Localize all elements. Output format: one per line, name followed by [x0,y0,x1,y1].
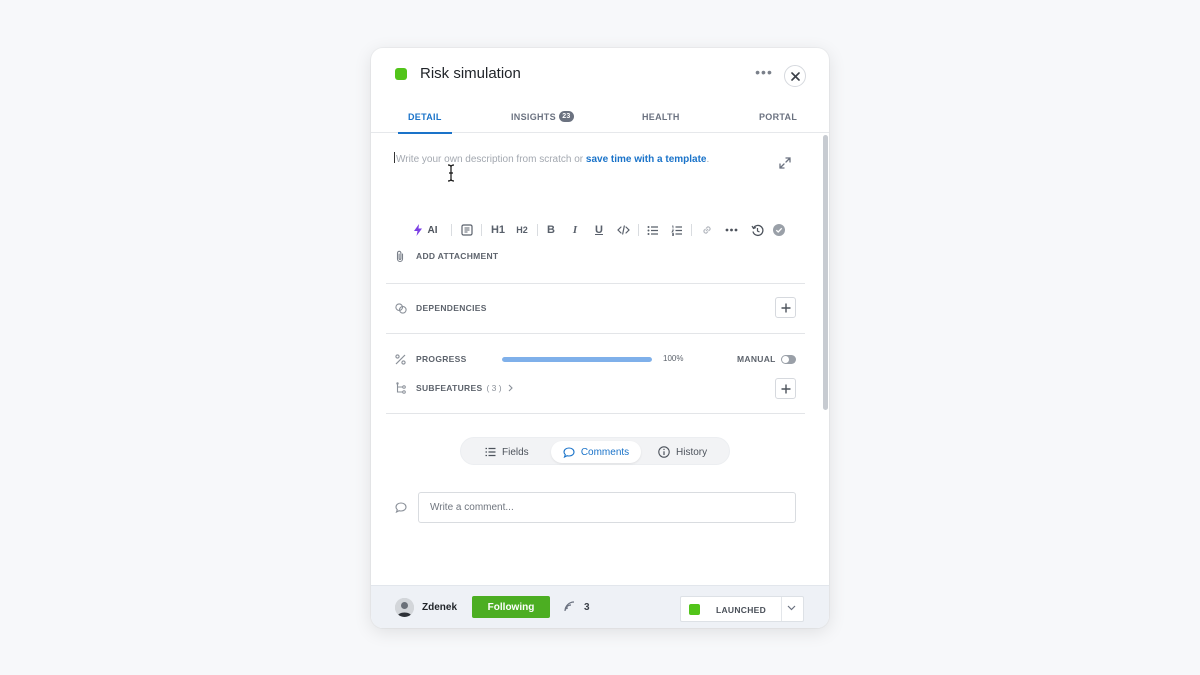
comment-icon [563,446,575,458]
scrollbar-thumb[interactable] [823,135,828,410]
status-color-swatch[interactable] [395,68,407,80]
dependencies-icon [395,302,407,314]
feature-detail-panel: Risk simulation ••• DETAIL INSIGHTS 23 HE… [371,48,829,628]
ai-button[interactable]: AI [409,222,441,238]
more-horizontal-icon [725,228,737,232]
comment-input[interactable]: Write a comment... [418,492,796,523]
link-icon [703,226,711,234]
manual-label: MANUAL [737,354,776,364]
progress-row: PROGRESS [395,351,467,367]
italic-button[interactable]: I [567,222,583,238]
history-icon [750,224,764,236]
numbered-list-button[interactable] [669,222,685,238]
paperclip-icon [396,250,404,262]
check-circle-icon [773,224,785,236]
plus-icon [781,303,790,312]
underline-button[interactable]: U [591,222,607,238]
user-avatar-icon [395,598,414,617]
list-icon [485,447,496,457]
add-subfeature-button[interactable] [775,378,796,399]
status-select[interactable]: LAUNCHED [680,596,804,622]
version-history-button[interactable] [749,222,765,238]
tab-health[interactable]: HEALTH [642,112,680,133]
progress-value: 100% [663,354,684,363]
tab-bar: DETAIL INSIGHTS 23 HEALTH PORTAL [371,104,829,134]
following-button[interactable]: Following [472,596,550,618]
tab-detail[interactable]: DETAIL [398,112,452,134]
ibeam-cursor-icon [447,164,455,182]
section-divider [386,333,805,334]
tab-insights[interactable]: INSIGHTS 23 [511,111,574,133]
code-icon [616,225,630,235]
subfeatures-count: ( 3 ) [486,383,502,393]
progress-bar [502,357,652,362]
feature-title[interactable]: Risk simulation [420,65,521,82]
chevron-down-icon[interactable] [787,605,796,611]
segment-comments[interactable]: Comments [551,441,641,463]
heading2-button[interactable]: H2 [513,222,531,238]
close-icon [790,71,800,81]
description-editor[interactable]: Write your own description from scratch … [394,152,709,165]
formatting-toolbar: AI H1 H2 B I U [409,222,799,238]
link-button[interactable] [699,222,715,238]
template-icon [461,224,473,236]
dependencies-row: DEPENDENCIES [395,300,487,316]
expand-icon[interactable] [778,156,792,170]
more-options-icon[interactable]: ••• [755,65,773,79]
plus-icon [781,384,790,393]
lightning-icon [413,224,422,236]
comment-bubble-icon [395,502,407,513]
segment-fields[interactable]: Fields [485,441,529,463]
user-name: Zdenek [422,602,458,613]
avatar[interactable] [395,598,414,617]
add-attachment-button[interactable]: ADD ATTACHMENT [395,249,498,263]
status-color-swatch [689,604,700,615]
template-button[interactable] [459,222,475,238]
add-dependency-button[interactable] [775,297,796,318]
more-formatting-button[interactable] [723,222,739,238]
activity-segmented-control: Fields Comments History [460,437,730,465]
numbered-list-icon [671,225,682,236]
manual-progress-toggle[interactable] [781,355,796,364]
section-divider [386,283,805,284]
info-icon [658,446,670,458]
template-link[interactable]: save time with a template [586,154,707,165]
section-divider [386,413,805,414]
watchers-count: 3 [584,602,590,613]
status-label: LAUNCHED [716,605,767,615]
chevron-right-icon [508,384,513,392]
segment-history[interactable]: History [658,441,707,463]
panel-footer: Zdenek Following 3 LAUNCHED [371,585,829,628]
tab-portal[interactable]: PORTAL [759,112,797,133]
bullet-list-icon [647,225,658,235]
heading1-button[interactable]: H1 [489,222,507,238]
subfeatures-row[interactable]: SUBFEATURES ( 3 ) [395,380,513,396]
insights-count-badge: 23 [558,111,574,122]
percent-icon [395,353,406,365]
watchers-icon[interactable] [564,601,576,612]
save-status-button[interactable] [771,222,787,238]
description-placeholder: Write your own description from scratch … [396,154,586,165]
subfeatures-tree-icon [396,382,406,394]
scrollbar[interactable] [821,133,829,585]
code-button[interactable] [615,222,631,238]
panel-header: Risk simulation ••• [371,48,829,104]
text-caret [394,152,395,163]
bullet-list-button[interactable] [645,222,661,238]
toolbar-separator [451,224,452,236]
progress-fill [502,357,652,362]
close-button[interactable] [784,65,806,87]
bold-button[interactable]: B [543,222,559,238]
